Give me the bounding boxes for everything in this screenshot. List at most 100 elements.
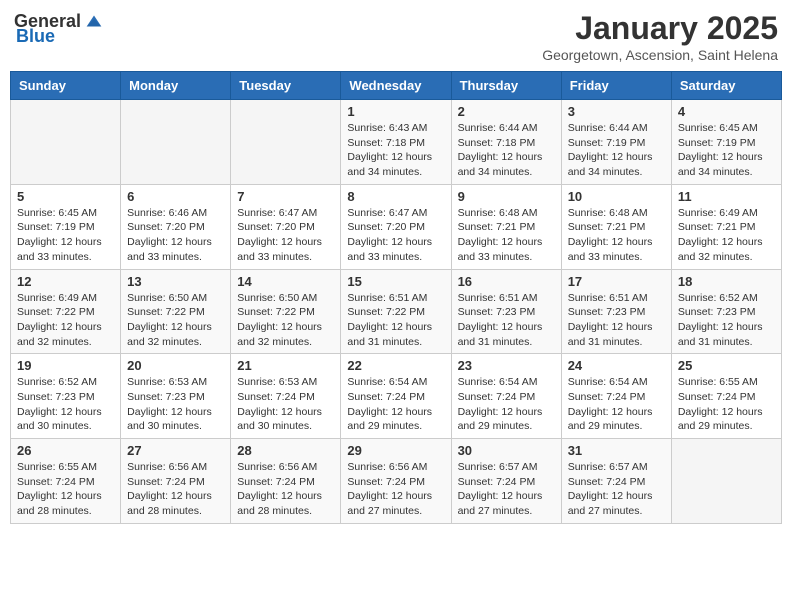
calendar-week-row: 12Sunrise: 6:49 AM Sunset: 7:22 PM Dayli…	[11, 269, 782, 354]
calendar-table: SundayMondayTuesdayWednesdayThursdayFrid…	[10, 71, 782, 524]
calendar-day-cell: 2 Sunrise: 6:44 AM Sunset: 7:18 PM Daylig…	[451, 100, 561, 185]
day-number: 27	[127, 443, 224, 458]
calendar-day-cell: 3 Sunrise: 6:44 AM Sunset: 7:19 PM Daylig…	[561, 100, 671, 185]
logo-icon	[83, 10, 105, 32]
logo-blue-text: Blue	[16, 26, 55, 47]
day-info: Sunrise: 6:45 AM Sunset: 7:19 PM Dayligh…	[678, 121, 775, 180]
day-info: Sunrise: 6:49 AM Sunset: 7:21 PM Dayligh…	[678, 206, 775, 265]
day-number: 3	[568, 104, 665, 119]
day-number: 14	[237, 274, 334, 289]
day-info: Sunrise: 6:55 AM Sunset: 7:24 PM Dayligh…	[678, 375, 775, 434]
day-number: 4	[678, 104, 775, 119]
day-info: Sunrise: 6:44 AM Sunset: 7:19 PM Dayligh…	[568, 121, 665, 180]
day-number: 21	[237, 358, 334, 373]
calendar-day-cell: 28Sunrise: 6:56 AM Sunset: 7:24 PM Dayli…	[231, 439, 341, 524]
day-info: Sunrise: 6:51 AM Sunset: 7:23 PM Dayligh…	[568, 291, 665, 350]
month-title: January 2025	[542, 10, 778, 47]
calendar-day-cell: 29Sunrise: 6:56 AM Sunset: 7:24 PM Dayli…	[341, 439, 451, 524]
day-number: 17	[568, 274, 665, 289]
title-block: January 2025 Georgetown, Ascension, Sain…	[542, 10, 778, 63]
day-number: 30	[458, 443, 555, 458]
day-number: 18	[678, 274, 775, 289]
day-number: 10	[568, 189, 665, 204]
day-number: 9	[458, 189, 555, 204]
calendar-day-cell: 30 Sunrise: 6:57 AM Sunset: 7:24 PM Dayli…	[451, 439, 561, 524]
day-number: 31	[568, 443, 665, 458]
day-info: Sunrise: 6:47 AM Sunset: 7:20 PM Dayligh…	[347, 206, 444, 265]
day-number: 2	[458, 104, 555, 119]
day-number: 22	[347, 358, 444, 373]
day-number: 16	[458, 274, 555, 289]
day-of-week-header: Saturday	[671, 72, 781, 100]
calendar-day-cell: 13 Sunrise: 6:50 AM Sunset: 7:22 PM Dayli…	[121, 269, 231, 354]
day-info: Sunrise: 6:52 AM Sunset: 7:23 PM Dayligh…	[678, 291, 775, 350]
day-info: Sunrise: 6:45 AM Sunset: 7:19 PM Dayligh…	[17, 206, 114, 265]
day-info: Sunrise: 6:56 AM Sunset: 7:24 PM Dayligh…	[127, 460, 224, 519]
calendar-day-cell: 18 Sunrise: 6:52 AM Sunset: 7:23 PM Dayli…	[671, 269, 781, 354]
calendar-day-cell: 31Sunrise: 6:57 AM Sunset: 7:24 PM Dayli…	[561, 439, 671, 524]
calendar-day-cell: 9 Sunrise: 6:48 AM Sunset: 7:21 PM Daylig…	[451, 184, 561, 269]
calendar-week-row: 26 Sunrise: 6:55 AM Sunset: 7:24 PM Dayli…	[11, 439, 782, 524]
day-info: Sunrise: 6:46 AM Sunset: 7:20 PM Dayligh…	[127, 206, 224, 265]
day-number: 23	[458, 358, 555, 373]
location-subtitle: Georgetown, Ascension, Saint Helena	[542, 47, 778, 63]
calendar-day-cell: 24Sunrise: 6:54 AM Sunset: 7:24 PM Dayli…	[561, 354, 671, 439]
calendar-day-cell	[671, 439, 781, 524]
calendar-day-cell: 8Sunrise: 6:47 AM Sunset: 7:20 PM Daylig…	[341, 184, 451, 269]
day-number: 7	[237, 189, 334, 204]
day-info: Sunrise: 6:53 AM Sunset: 7:23 PM Dayligh…	[127, 375, 224, 434]
day-info: Sunrise: 6:44 AM Sunset: 7:18 PM Dayligh…	[458, 121, 555, 180]
calendar-day-cell: 1Sunrise: 6:43 AM Sunset: 7:18 PM Daylig…	[341, 100, 451, 185]
day-number: 13	[127, 274, 224, 289]
calendar-day-cell: 26 Sunrise: 6:55 AM Sunset: 7:24 PM Dayli…	[11, 439, 121, 524]
day-number: 26	[17, 443, 114, 458]
day-of-week-header: Friday	[561, 72, 671, 100]
day-info: Sunrise: 6:57 AM Sunset: 7:24 PM Dayligh…	[458, 460, 555, 519]
page-header: General Blue January 2025 Georgetown, As…	[10, 10, 782, 63]
calendar-day-cell	[231, 100, 341, 185]
day-info: Sunrise: 6:53 AM Sunset: 7:24 PM Dayligh…	[237, 375, 334, 434]
day-info: Sunrise: 6:47 AM Sunset: 7:20 PM Dayligh…	[237, 206, 334, 265]
logo: General Blue	[14, 10, 105, 47]
day-info: Sunrise: 6:51 AM Sunset: 7:22 PM Dayligh…	[347, 291, 444, 350]
calendar-day-cell: 5 Sunrise: 6:45 AM Sunset: 7:19 PM Daylig…	[11, 184, 121, 269]
calendar-day-cell: 12Sunrise: 6:49 AM Sunset: 7:22 PM Dayli…	[11, 269, 121, 354]
calendar-day-cell: 7 Sunrise: 6:47 AM Sunset: 7:20 PM Daylig…	[231, 184, 341, 269]
calendar-day-cell: 20 Sunrise: 6:53 AM Sunset: 7:23 PM Dayli…	[121, 354, 231, 439]
calendar-week-row: 19 Sunrise: 6:52 AM Sunset: 7:23 PM Dayli…	[11, 354, 782, 439]
day-of-week-header: Sunday	[11, 72, 121, 100]
day-info: Sunrise: 6:56 AM Sunset: 7:24 PM Dayligh…	[237, 460, 334, 519]
day-info: Sunrise: 6:56 AM Sunset: 7:24 PM Dayligh…	[347, 460, 444, 519]
day-number: 25	[678, 358, 775, 373]
day-number: 20	[127, 358, 224, 373]
calendar-day-cell: 21 Sunrise: 6:53 AM Sunset: 7:24 PM Dayli…	[231, 354, 341, 439]
calendar-day-cell	[11, 100, 121, 185]
day-info: Sunrise: 6:48 AM Sunset: 7:21 PM Dayligh…	[568, 206, 665, 265]
day-info: Sunrise: 6:54 AM Sunset: 7:24 PM Dayligh…	[458, 375, 555, 434]
day-info: Sunrise: 6:54 AM Sunset: 7:24 PM Dayligh…	[347, 375, 444, 434]
calendar-week-row: 1Sunrise: 6:43 AM Sunset: 7:18 PM Daylig…	[11, 100, 782, 185]
calendar-day-cell: 27 Sunrise: 6:56 AM Sunset: 7:24 PM Dayli…	[121, 439, 231, 524]
day-number: 5	[17, 189, 114, 204]
calendar-day-cell: 23 Sunrise: 6:54 AM Sunset: 7:24 PM Dayli…	[451, 354, 561, 439]
day-info: Sunrise: 6:43 AM Sunset: 7:18 PM Dayligh…	[347, 121, 444, 180]
calendar-day-cell: 17 Sunrise: 6:51 AM Sunset: 7:23 PM Dayli…	[561, 269, 671, 354]
calendar-day-cell: 4 Sunrise: 6:45 AM Sunset: 7:19 PM Daylig…	[671, 100, 781, 185]
calendar-day-cell: 16 Sunrise: 6:51 AM Sunset: 7:23 PM Dayli…	[451, 269, 561, 354]
calendar-header-row: SundayMondayTuesdayWednesdayThursdayFrid…	[11, 72, 782, 100]
day-of-week-header: Monday	[121, 72, 231, 100]
day-info: Sunrise: 6:55 AM Sunset: 7:24 PM Dayligh…	[17, 460, 114, 519]
day-info: Sunrise: 6:52 AM Sunset: 7:23 PM Dayligh…	[17, 375, 114, 434]
day-number: 12	[17, 274, 114, 289]
day-info: Sunrise: 6:48 AM Sunset: 7:21 PM Dayligh…	[458, 206, 555, 265]
calendar-day-cell: 19 Sunrise: 6:52 AM Sunset: 7:23 PM Dayli…	[11, 354, 121, 439]
day-info: Sunrise: 6:50 AM Sunset: 7:22 PM Dayligh…	[127, 291, 224, 350]
day-of-week-header: Wednesday	[341, 72, 451, 100]
calendar-week-row: 5 Sunrise: 6:45 AM Sunset: 7:19 PM Daylig…	[11, 184, 782, 269]
day-number: 19	[17, 358, 114, 373]
calendar-day-cell: 6Sunrise: 6:46 AM Sunset: 7:20 PM Daylig…	[121, 184, 231, 269]
calendar-day-cell: 22 Sunrise: 6:54 AM Sunset: 7:24 PM Dayli…	[341, 354, 451, 439]
day-info: Sunrise: 6:51 AM Sunset: 7:23 PM Dayligh…	[458, 291, 555, 350]
calendar-day-cell	[121, 100, 231, 185]
calendar-day-cell: 14Sunrise: 6:50 AM Sunset: 7:22 PM Dayli…	[231, 269, 341, 354]
